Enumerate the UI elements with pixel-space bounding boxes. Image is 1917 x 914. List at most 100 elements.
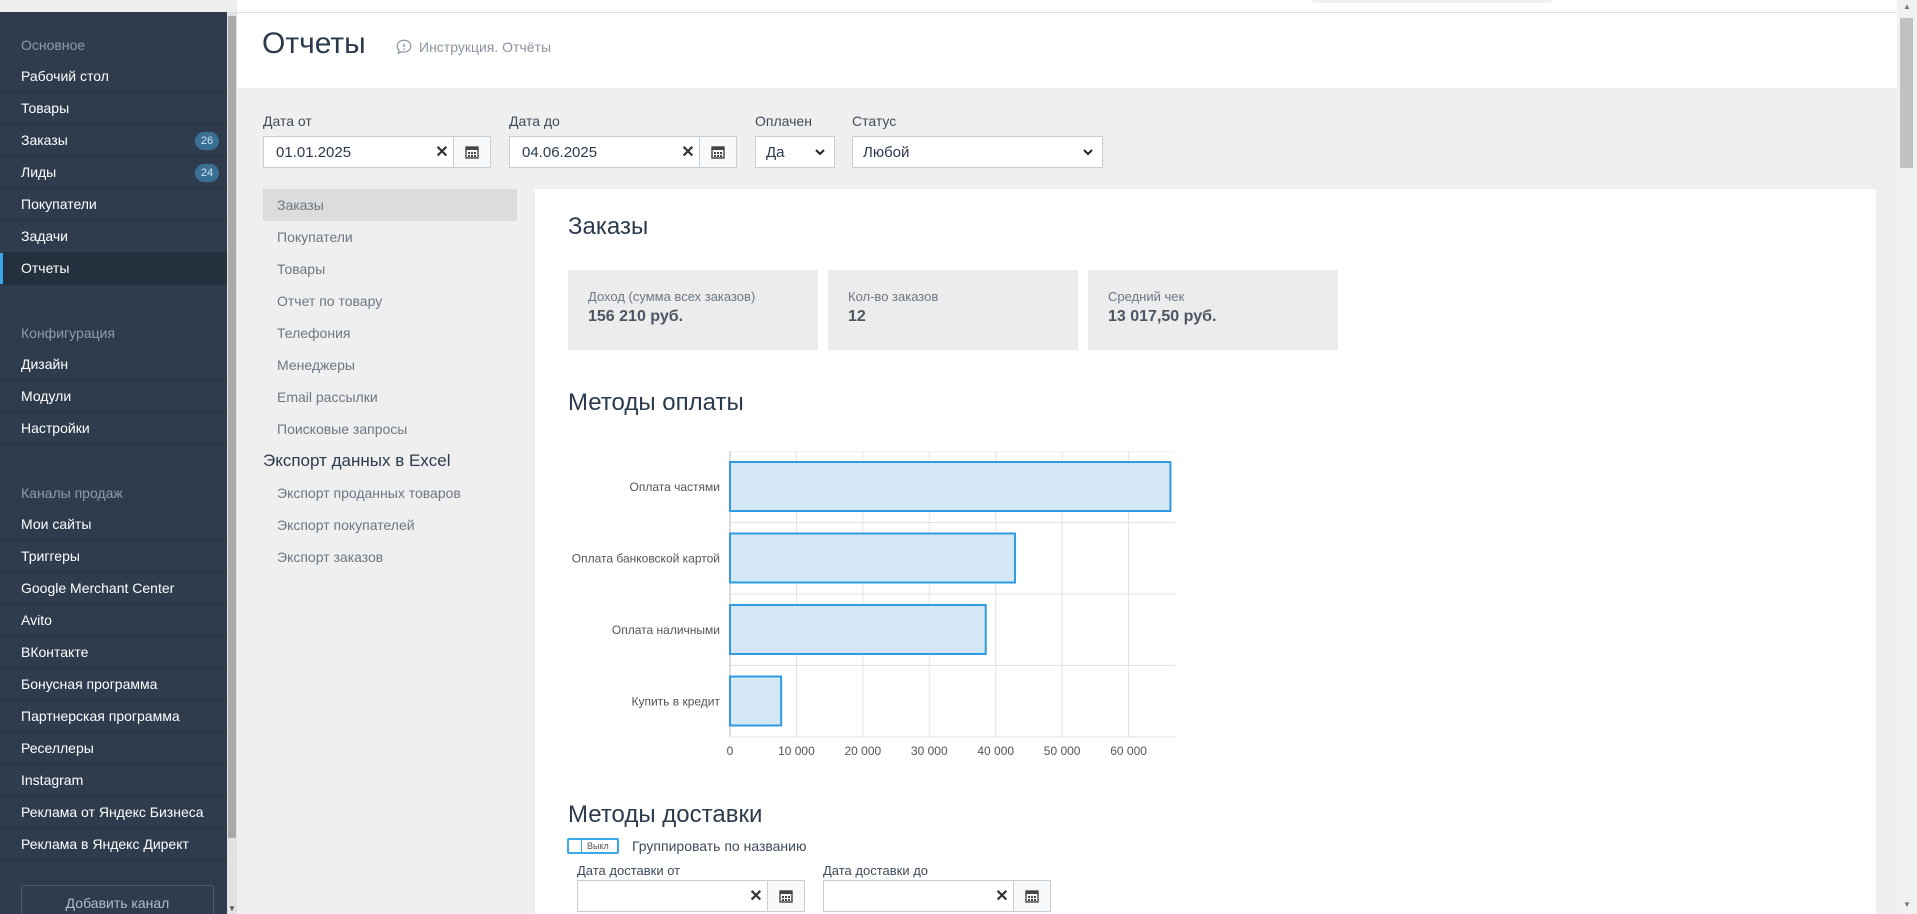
sidebar-item-label: Отчеты xyxy=(21,260,70,276)
category-label: Оплата наличными xyxy=(612,623,720,637)
sidebar-item-2-7[interactable]: Реселлеры xyxy=(0,733,227,765)
report-nav-orders[interactable]: Заказы xyxy=(263,189,517,221)
sidebar-item-0-6[interactable]: Отчеты xyxy=(0,253,227,285)
export-heading: Экспорт данных в Excel xyxy=(263,451,451,470)
export-sold-products[interactable]: Экспорт проданных товаров xyxy=(263,477,517,509)
sidebar-item-label: Google Merchant Center xyxy=(21,580,175,596)
calendar-icon[interactable] xyxy=(453,137,490,167)
sidebar-item-label: Реселлеры xyxy=(21,740,94,756)
add-channel-button[interactable]: Добавить канал xyxy=(21,885,214,914)
x-tick-label: 50 000 xyxy=(1044,744,1081,758)
clear-icon[interactable]: ✕ xyxy=(431,142,453,162)
top-bar xyxy=(237,0,1897,13)
sidebar-item-2-10[interactable]: Реклама в Яндекс Директ xyxy=(0,829,227,861)
sidebar-item-1-2[interactable]: Настройки xyxy=(0,413,227,445)
help-link[interactable]: Инструкция. Отчёты xyxy=(395,38,551,56)
category-label: Купить в кредит xyxy=(631,695,720,709)
page-scrollbar[interactable]: ▲ ▼ xyxy=(1897,0,1917,914)
date-to-input[interactable]: 04.06.2025 ✕ xyxy=(509,136,737,168)
status-select[interactable]: Любой xyxy=(852,136,1103,168)
chevron-down-icon xyxy=(1083,149,1093,156)
sidebar-item-0-3[interactable]: Лиды 24 xyxy=(0,157,227,189)
sidebar-item-label: Модули xyxy=(21,388,72,404)
sidebar-item-2-1[interactable]: Триггеры xyxy=(0,541,227,573)
report-nav-search-queries[interactable]: Поисковые запросы xyxy=(263,413,517,445)
sidebar-item-1-1[interactable]: Модули xyxy=(0,381,227,413)
sidebar-item-label: Настройки xyxy=(21,420,90,436)
sidebar-item-label: Реклама в Яндекс Директ xyxy=(21,836,189,852)
sidebar-item-label: Реклама от Яндекс Бизнеса xyxy=(21,804,204,820)
category-label: Оплата частями xyxy=(630,480,721,494)
sidebar-item-2-6[interactable]: Партнерская программа xyxy=(0,701,227,733)
date-from-value: 01.01.2025 xyxy=(276,143,352,161)
sidebar-item-0-5[interactable]: Задачи xyxy=(0,221,227,253)
calendar-icon[interactable] xyxy=(767,881,804,911)
status-label: Статус xyxy=(852,113,897,129)
stat-card-revenue: Доход (сумма всех заказов) 156 210 руб. xyxy=(568,270,818,350)
sidebar: Основное Рабочий стол Товары Заказы 26 Лиды 24… xyxy=(0,12,227,914)
scroll-up-icon[interactable]: ▲ xyxy=(1897,2,1917,14)
sidebar-item-2-5[interactable]: Бонусная программа xyxy=(0,669,227,701)
report-nav-telephony[interactable]: Телефония xyxy=(263,317,517,349)
export-orders[interactable]: Экспорт заказов xyxy=(263,541,517,573)
sidebar-scroll-down-icon[interactable]: ▼ xyxy=(227,904,237,914)
sidebar-section-title: Каналы продаж xyxy=(21,485,123,501)
calendar-icon[interactable] xyxy=(699,137,736,167)
sidebar-item-2-0[interactable]: Мои сайты xyxy=(0,509,227,541)
report-nav-managers[interactable]: Менеджеры xyxy=(263,349,517,381)
sidebar-item-2-9[interactable]: Реклама от Яндекс Бизнеса xyxy=(0,797,227,829)
scroll-down-icon[interactable]: ▼ xyxy=(1897,900,1917,912)
help-link-label: Инструкция. Отчёты xyxy=(419,39,552,55)
sidebar-section-title: Основное xyxy=(21,37,86,53)
page-scroll-thumb[interactable] xyxy=(1900,18,1913,168)
clear-icon[interactable]: ✕ xyxy=(991,886,1013,906)
payment-methods-chart: 010 00020 00030 00040 00050 00060 00070 … xyxy=(572,451,1175,758)
x-tick-label: 60 000 xyxy=(1110,744,1147,758)
delivery-date-to-label: Дата доставки до xyxy=(823,863,929,878)
stat-card-count: Кол-во заказов 12 xyxy=(828,270,1078,350)
category-label: Оплата банковской картой xyxy=(572,552,720,566)
sidebar-item-label: Триггеры xyxy=(21,548,80,564)
x-tick-label: 40 000 xyxy=(977,744,1014,758)
sidebar-item-label: Дизайн xyxy=(21,356,69,372)
orders-heading: Заказы xyxy=(568,213,649,240)
clear-icon[interactable]: ✕ xyxy=(677,142,699,162)
sidebar-item-2-3[interactable]: Avito xyxy=(0,605,227,637)
sidebar-scroll-thumb[interactable] xyxy=(228,16,236,838)
stat-value: 12 xyxy=(848,308,866,325)
sidebar-scrollbar[interactable]: ▼ xyxy=(227,12,237,914)
stat-label: Кол-во заказов xyxy=(848,289,939,304)
report-nav-product-report[interactable]: Отчет по товару xyxy=(263,285,517,317)
report-nav-email[interactable]: Email рассылки xyxy=(263,381,517,413)
group-by-name-label: Группировать по названию xyxy=(632,838,807,854)
clear-icon[interactable]: ✕ xyxy=(745,886,767,906)
sidebar-item-2-4[interactable]: ВКонтакте xyxy=(0,637,227,669)
delivery-date-from-input[interactable]: ✕ xyxy=(577,880,805,912)
bar xyxy=(729,461,1172,512)
date-from-input[interactable]: 01.01.2025 ✕ xyxy=(263,136,491,168)
sidebar-item-0-4[interactable]: Покупатели xyxy=(0,189,227,221)
sidebar-item-0-2[interactable]: Заказы 26 xyxy=(0,125,227,157)
delivery-date-to-input[interactable]: ✕ xyxy=(823,880,1051,912)
report-nav-customers[interactable]: Покупатели xyxy=(263,221,517,253)
delivery-date-from-label: Дата доставки от xyxy=(577,863,681,878)
sidebar-item-1-0[interactable]: Дизайн xyxy=(0,349,227,381)
sidebar-item-label: Avito xyxy=(21,612,52,628)
sidebar-item-0-1[interactable]: Товары xyxy=(0,93,227,125)
page-header: Отчеты Инструкция. Отчёты xyxy=(237,13,1897,88)
sidebar-item-label: Лиды xyxy=(21,164,57,180)
paid-select[interactable]: Да xyxy=(755,136,835,168)
export-customers[interactable]: Экспорт покупателей xyxy=(263,509,517,541)
chevron-down-icon xyxy=(815,149,825,156)
x-tick-label: 10 000 xyxy=(778,744,815,758)
calendar-icon[interactable] xyxy=(1013,881,1050,911)
sidebar-item-0-0[interactable]: Рабочий стол xyxy=(0,61,227,93)
group-toggle[interactable]: Выкл xyxy=(567,838,619,854)
delivery-methods-heading: Методы доставки xyxy=(568,801,763,828)
sidebar-item-2-8[interactable]: Instagram xyxy=(0,765,227,797)
toggle-knob xyxy=(569,840,582,852)
status-value: Любой xyxy=(863,143,910,161)
x-tick-label: 20 000 xyxy=(845,744,882,758)
sidebar-item-2-2[interactable]: Google Merchant Center xyxy=(0,573,227,605)
report-nav-products[interactable]: Товары xyxy=(263,253,517,285)
